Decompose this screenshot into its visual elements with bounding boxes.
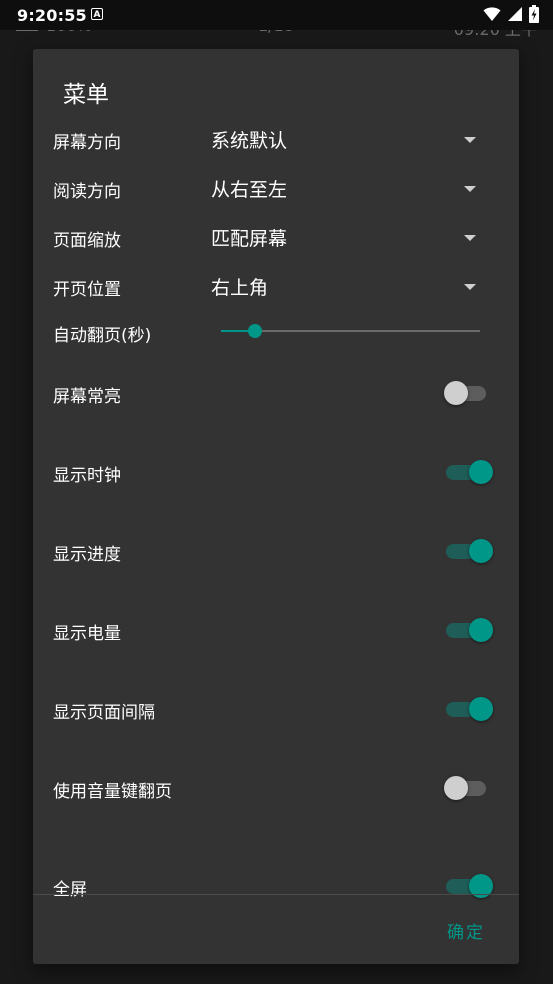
dropdown-value[interactable]: 系统默认 <box>211 126 287 153</box>
show-page-gap-switch[interactable] <box>446 697 493 721</box>
toggle-label: 显示进度 <box>53 545 121 565</box>
dropdown-label: 阅读方向 <box>53 182 121 202</box>
fullscreen-switch[interactable] <box>446 874 493 898</box>
dropdown-value[interactable]: 匹配屏幕 <box>211 224 287 251</box>
dropdown-arrow-icon[interactable] <box>464 137 476 143</box>
dropdown-arrow-icon[interactable] <box>464 235 476 241</box>
dialog-divider <box>33 894 519 895</box>
toggle-label: 显示电量 <box>53 624 121 644</box>
dropdown-arrow-icon[interactable] <box>464 186 476 192</box>
switch-thumb <box>469 539 493 563</box>
toggle-label: 显示页面间隔 <box>53 703 155 723</box>
volume-key-page-turn-switch[interactable] <box>444 776 486 800</box>
keep-screen-on-switch[interactable] <box>444 381 486 405</box>
toggle-label: 显示时钟 <box>53 466 121 486</box>
dropdown-label: 开页位置 <box>53 280 121 300</box>
toggle-label: 屏幕常亮 <box>53 387 121 407</box>
show-clock-switch[interactable] <box>446 460 493 484</box>
battery-charging-icon <box>529 5 539 23</box>
switch-thumb <box>444 381 468 405</box>
show-progress-switch[interactable] <box>446 539 493 563</box>
dialog-title: 菜单 <box>63 82 109 108</box>
toggle-label: 使用音量键翻页 <box>53 782 172 802</box>
notification-icon: A <box>91 8 103 20</box>
signal-icon <box>508 7 522 21</box>
switch-thumb <box>444 776 468 800</box>
wifi-icon <box>483 7 501 21</box>
menu-dialog: 菜单 屏幕方向 系统默认 阅读方向 从右至左 页面缩放 匹配屏幕 开页位置 右上… <box>33 49 519 964</box>
dropdown-value[interactable]: 从右至左 <box>211 175 287 202</box>
screen: 100% 1/18 09:20 上午 9:20:55 A 菜单 屏幕方向 <box>0 0 553 984</box>
confirm-button[interactable]: 确定 <box>447 918 485 943</box>
status-icons <box>483 5 539 23</box>
slider-thumb[interactable] <box>247 324 262 338</box>
dropdown-arrow-icon[interactable] <box>464 284 476 290</box>
switch-thumb <box>469 697 493 721</box>
dropdown-label: 屏幕方向 <box>53 133 121 153</box>
toggle-label: 全屏 <box>53 880 87 900</box>
status-bar: 9:20:55 A <box>0 0 553 30</box>
dropdown-value[interactable]: 右上角 <box>211 273 268 300</box>
status-time: 9:20:55 <box>17 6 87 25</box>
auto-page-turn-label: 自动翻页(秒) <box>53 326 152 346</box>
switch-thumb <box>469 460 493 484</box>
dropdown-label: 页面缩放 <box>53 231 121 251</box>
show-battery-switch[interactable] <box>446 618 493 642</box>
switch-thumb <box>469 618 493 642</box>
